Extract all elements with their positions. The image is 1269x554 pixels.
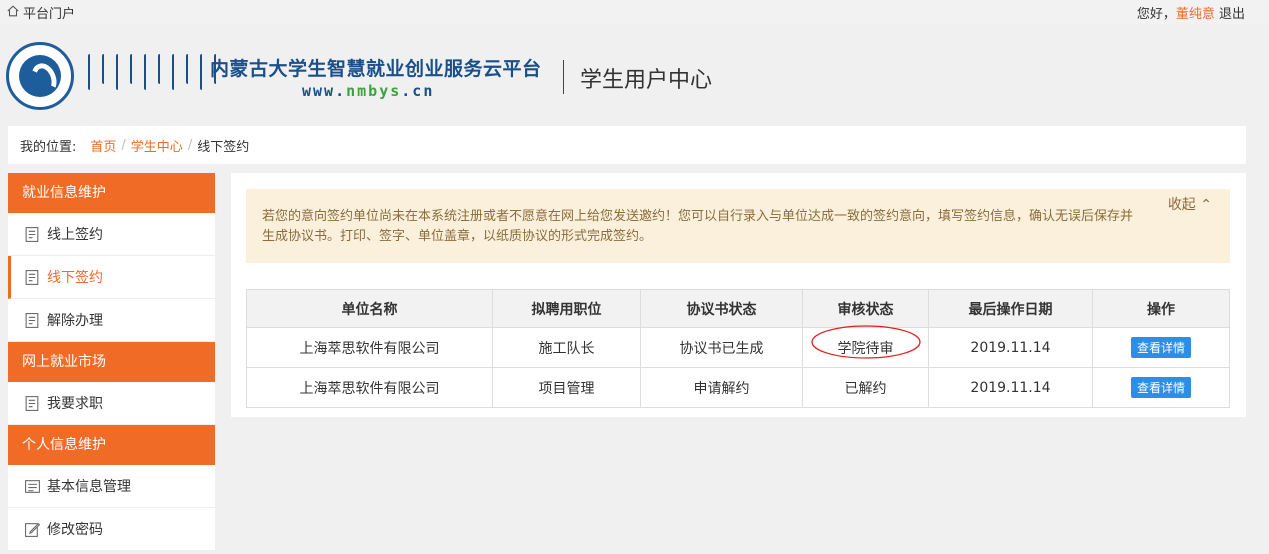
view-details-button[interactable]: 查看详情: [1130, 377, 1191, 398]
sidebar-section-job-market: 网上就业市场: [8, 342, 215, 382]
document-icon: [25, 269, 39, 285]
column-header-agreement-status: 协议书状态: [640, 289, 803, 328]
cell-action: 查看详情: [1092, 367, 1230, 408]
cell-action: 查看详情: [1092, 327, 1230, 368]
signing-table: 单位名称 拟聘用职位 协议书状态 审核状态 最后操作日期 操作 上海萃思软件有限…: [246, 289, 1230, 408]
sidebar-item-cancel[interactable]: 解除办理: [8, 299, 215, 342]
platform-portal-label: 平台门户: [23, 7, 76, 22]
breadcrumb-current: 线下签约: [197, 139, 250, 155]
column-header-last-date: 最后操作日期: [928, 289, 1093, 328]
sidebar-item-label: 解除办理: [47, 313, 103, 329]
greeting-text: 您好，: [1136, 7, 1176, 22]
column-header-action: 操作: [1092, 289, 1230, 328]
cell-company: 上海萃思软件有限公司: [246, 367, 493, 408]
cell-date: 2019.11.14: [928, 367, 1093, 408]
cell-review-status: 学院待审: [802, 324, 929, 368]
breadcrumb-lead: 我的位置:: [20, 139, 77, 155]
header-divider: [563, 60, 564, 94]
document-icon: [25, 226, 39, 242]
cell-date: 2019.11.14: [928, 327, 1093, 368]
logo-icon[interactable]: [6, 42, 74, 110]
id-card-icon: [25, 479, 40, 493]
top-bar: 平台门户 您好，董纯意 退出: [0, 0, 1269, 24]
sidebar-item-online-sign[interactable]: 线上签约: [8, 213, 215, 256]
platform-portal-link[interactable]: 平台门户: [6, 3, 75, 22]
cell-position: 项目管理: [492, 367, 641, 408]
cell-agreement-status: 申请解约: [640, 367, 803, 408]
collapse-button[interactable]: 收起 ⌃: [1168, 195, 1212, 215]
breadcrumb-home[interactable]: 首页: [90, 136, 116, 155]
notice-alert: 若您的意向签约单位尚未在本系统注册或者不愿意在网上给您发送邀约！您可以自行录入与…: [246, 189, 1230, 263]
brand-title: 内蒙古大学生智慧就业创业服务云平台: [210, 58, 542, 80]
site-header: 内蒙古大学生智慧就业创业服务云平台 www.nmbys.cn 学生用户中心: [0, 24, 1269, 126]
column-header-company: 单位名称: [246, 289, 493, 328]
sidebar-section-personal-info: 个人信息维护: [8, 425, 215, 465]
page-title: 学生用户中心: [580, 68, 713, 93]
notice-text: 若您的意向签约单位尚未在本系统注册或者不愿意在网上给您发送邀约！您可以自行录入与…: [262, 209, 1134, 244]
document-icon: [25, 395, 39, 411]
table-header-row: 单位名称 拟聘用职位 协议书状态 审核状态 最后操作日期 操作: [246, 289, 1230, 328]
logout-link[interactable]: 退出: [1219, 7, 1245, 22]
sidebar: 就业信息维护 线上签约 线下签约 解除办理 网上就业市场 我要求职 个人信息维护…: [8, 173, 215, 551]
user-name-link[interactable]: 董纯意: [1176, 7, 1215, 22]
sidebar-item-label: 线上签约: [47, 227, 103, 243]
edit-icon: [25, 522, 41, 537]
cell-company: 上海萃思软件有限公司: [246, 327, 493, 368]
cell-position: 施工队长: [492, 327, 641, 368]
brand-url: www.nmbys.cn: [302, 82, 435, 100]
breadcrumb: 我的位置: 首页 / 学生中心 / 线下签约: [8, 126, 1246, 164]
breadcrumb-separator: /: [187, 137, 193, 153]
table-row: 上海萃思软件有限公司 项目管理 申请解约 已解约 2019.11.14 查看详情: [246, 367, 1230, 408]
column-header-review-status: 审核状态: [802, 289, 929, 328]
sidebar-item-job-seek[interactable]: 我要求职: [8, 382, 215, 425]
sidebar-item-label: 我要求职: [47, 396, 103, 412]
mongolian-script-logo: [88, 54, 219, 90]
sidebar-item-label: 修改密码: [47, 522, 103, 538]
sidebar-item-basic-info[interactable]: 基本信息管理: [8, 465, 215, 508]
column-header-position: 拟聘用职位: [492, 289, 641, 328]
sidebar-item-change-password[interactable]: 修改密码: [8, 508, 215, 551]
home-icon: [6, 4, 20, 22]
document-icon: [25, 312, 39, 328]
cell-review-status: 已解约: [802, 367, 929, 408]
chevron-up-icon: ⌃: [1200, 197, 1212, 213]
breadcrumb-student-center[interactable]: 学生中心: [131, 136, 183, 155]
review-status-pending: 学院待审: [810, 324, 921, 359]
sidebar-item-label: 线下签约: [47, 270, 103, 286]
sidebar-item-label: 基本信息管理: [47, 479, 131, 495]
table-row: 上海萃思软件有限公司 施工队长 协议书已生成 学院待审 2019.11.14 查…: [246, 324, 1230, 368]
main-panel: 若您的意向签约单位尚未在本系统注册或者不愿意在网上给您发送邀约！您可以自行录入与…: [231, 173, 1246, 417]
cell-agreement-status: 协议书已生成: [640, 327, 803, 368]
collapse-label: 收起: [1167, 197, 1196, 213]
sidebar-section-employment-info: 就业信息维护: [8, 173, 215, 213]
breadcrumb-separator: /: [121, 137, 126, 153]
view-details-button[interactable]: 查看详情: [1130, 337, 1191, 358]
user-area: 您好，董纯意 退出: [1137, 3, 1245, 22]
sidebar-item-offline-sign[interactable]: 线下签约: [8, 256, 215, 299]
